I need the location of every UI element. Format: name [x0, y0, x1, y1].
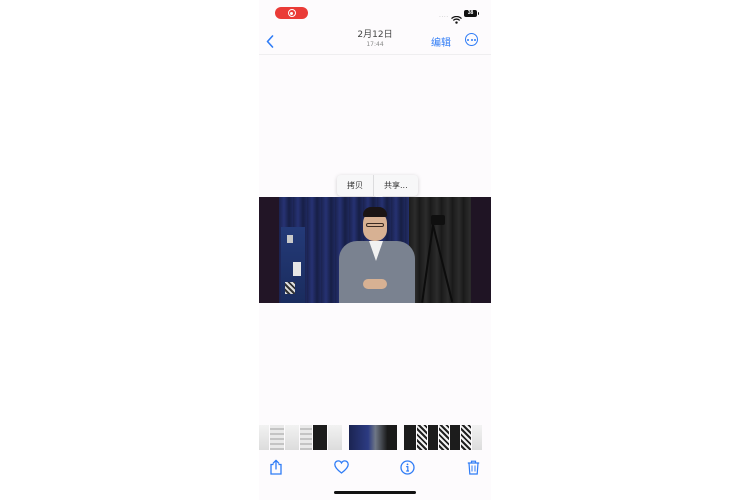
thumbnail[interactable]: [450, 425, 460, 450]
photo-shelf-object: [287, 235, 293, 243]
info-icon: [399, 459, 415, 475]
record-icon: [287, 9, 296, 17]
share-icon: [270, 459, 282, 475]
main-photo[interactable]: [259, 197, 491, 303]
thumbnail[interactable]: [313, 425, 327, 450]
heart-icon: [333, 460, 349, 474]
copy-menu-item[interactable]: 拷贝: [337, 175, 373, 196]
thumbnail[interactable]: [328, 425, 342, 450]
photo-person-hands: [363, 279, 387, 289]
photo-border-right: [471, 197, 491, 303]
cellular-signal: ....: [439, 12, 449, 19]
share-button[interactable]: [267, 458, 285, 476]
battery-indicator: 38: [464, 10, 479, 17]
photo-person-glasses: [366, 223, 384, 227]
thumbnail[interactable]: [259, 425, 269, 450]
thumbnail[interactable]: [461, 425, 471, 450]
thumbnail-strip[interactable]: [259, 425, 491, 450]
wifi-icon: [451, 9, 462, 28]
ellipsis-dot: [470, 38, 473, 41]
thumbnail[interactable]: [428, 425, 438, 450]
ellipsis-dot: [467, 38, 469, 41]
ellipsis-dot: [474, 38, 476, 41]
thumbnail[interactable]: [404, 425, 416, 450]
photo-time: 17:44: [366, 41, 384, 48]
photo-camera: [431, 215, 445, 225]
photo-border-left: [259, 197, 279, 303]
edit-button[interactable]: 编辑: [431, 34, 451, 49]
photo-date: 2月12日: [357, 30, 393, 40]
thumbnail[interactable]: [417, 425, 427, 450]
photo-shelf-object: [285, 282, 295, 294]
info-button[interactable]: [398, 458, 416, 476]
thumbnail[interactable]: [285, 425, 299, 450]
thumbnail[interactable]: [270, 425, 284, 450]
thumbnail[interactable]: [300, 425, 312, 450]
home-indicator[interactable]: [334, 491, 416, 494]
more-options-button[interactable]: [465, 33, 478, 46]
thumbnail[interactable]: [472, 425, 482, 450]
screen-recording-indicator[interactable]: [275, 7, 308, 19]
favorite-button[interactable]: [332, 458, 350, 476]
trash-icon: [467, 460, 479, 475]
nav-title: 2月12日 17:44: [259, 30, 491, 49]
thumbnail[interactable]: [439, 425, 449, 450]
photo-shelf-object: [293, 262, 301, 276]
context-menu: 拷贝 共享...: [337, 175, 418, 196]
delete-button[interactable]: [464, 458, 482, 476]
bottom-toolbar: [259, 455, 491, 479]
photo-person-hair: [363, 207, 387, 217]
thumbnail-selected[interactable]: [349, 425, 397, 450]
nav-divider: [259, 54, 491, 55]
photos-screen: .... 38 2月12日 17:44 编辑 拷贝 共享...: [259, 0, 491, 500]
share-menu-item[interactable]: 共享...: [374, 175, 418, 196]
